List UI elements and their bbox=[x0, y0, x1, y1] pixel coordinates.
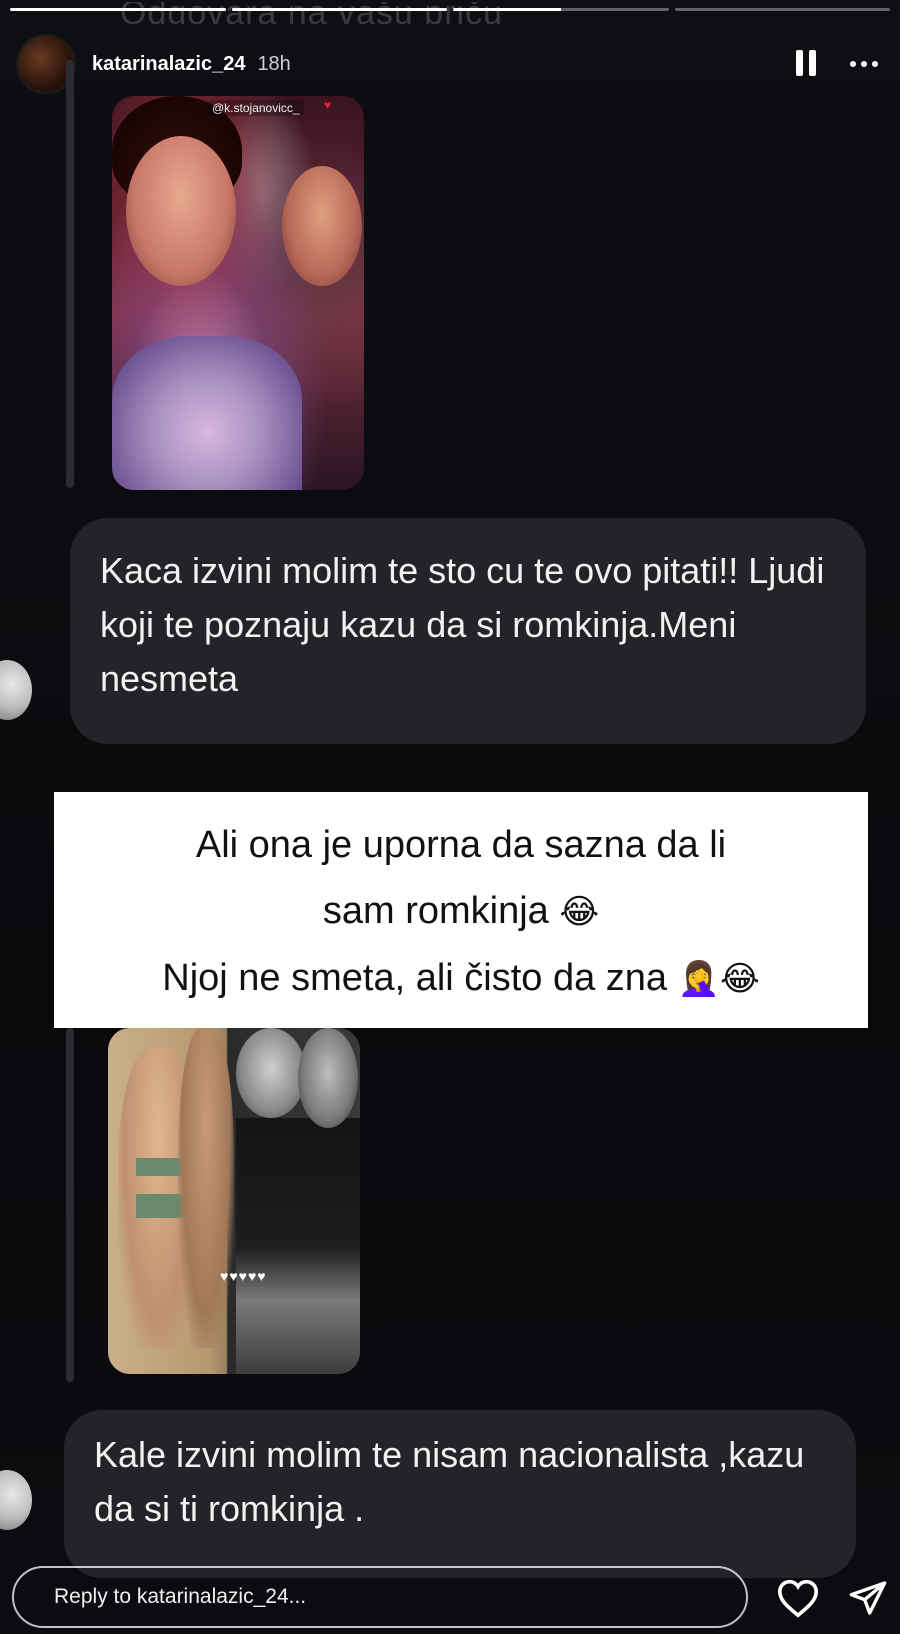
story-progress bbox=[10, 8, 890, 11]
facepalm-emoji-icon: 🤦‍♀️ bbox=[677, 959, 720, 999]
caption-line: Ali ona je uporna da sazna da li bbox=[195, 824, 727, 866]
laughing-emoji-icon: 😂 bbox=[559, 892, 600, 932]
caption-line: Njoj ne smeta, ali čisto da zna 🤦‍♀️😂 bbox=[162, 957, 760, 999]
reply-bar bbox=[0, 1564, 900, 1634]
thread-line bbox=[66, 1028, 74, 1382]
pause-icon[interactable] bbox=[796, 50, 820, 78]
progress-segment bbox=[674, 8, 890, 11]
send-icon[interactable] bbox=[848, 1578, 888, 1618]
more-options-icon[interactable] bbox=[850, 61, 878, 67]
sender-avatar bbox=[0, 660, 32, 720]
sender-avatar bbox=[0, 1470, 32, 1530]
thread-line bbox=[66, 60, 74, 488]
reply-input[interactable] bbox=[12, 1566, 748, 1628]
username[interactable]: katarinalazic_24 bbox=[92, 53, 245, 76]
story-caption: Ali ona je uporna da sazna da li sam rom… bbox=[54, 792, 868, 1028]
story-viewer: Odgovara na vašu priču katarinalazic_24 … bbox=[0, 0, 900, 1634]
shared-story-photo[interactable]: ♥♥♥♥♥ bbox=[108, 1028, 360, 1374]
shared-story-photo[interactable]: @k.stojanovicc_ ♥ bbox=[112, 96, 364, 490]
heart-stickers: ♥♥♥♥♥ bbox=[220, 1268, 267, 1284]
mention-tag: @k.stojanovicc_ bbox=[208, 100, 304, 116]
heart-icon[interactable] bbox=[776, 1578, 820, 1618]
progress-segment bbox=[10, 8, 226, 11]
heart-sticker: ♥ bbox=[324, 98, 332, 112]
message-bubble: Kale izvini molim te nisam nacionalista … bbox=[64, 1410, 856, 1578]
caption-line: sam romkinja 😂 bbox=[322, 890, 600, 932]
laughing-emoji-icon: 😂 bbox=[719, 959, 760, 999]
progress-segment bbox=[453, 8, 669, 11]
message-bubble: Kaca izvini molim te sto cu te ovo pitat… bbox=[70, 518, 866, 744]
faded-reply-text: Odgovara na vašu priču bbox=[120, 2, 503, 24]
progress-segment bbox=[231, 8, 447, 11]
post-time: 18h bbox=[257, 52, 291, 75]
story-header: katarinalazic_24 18h bbox=[16, 34, 884, 94]
